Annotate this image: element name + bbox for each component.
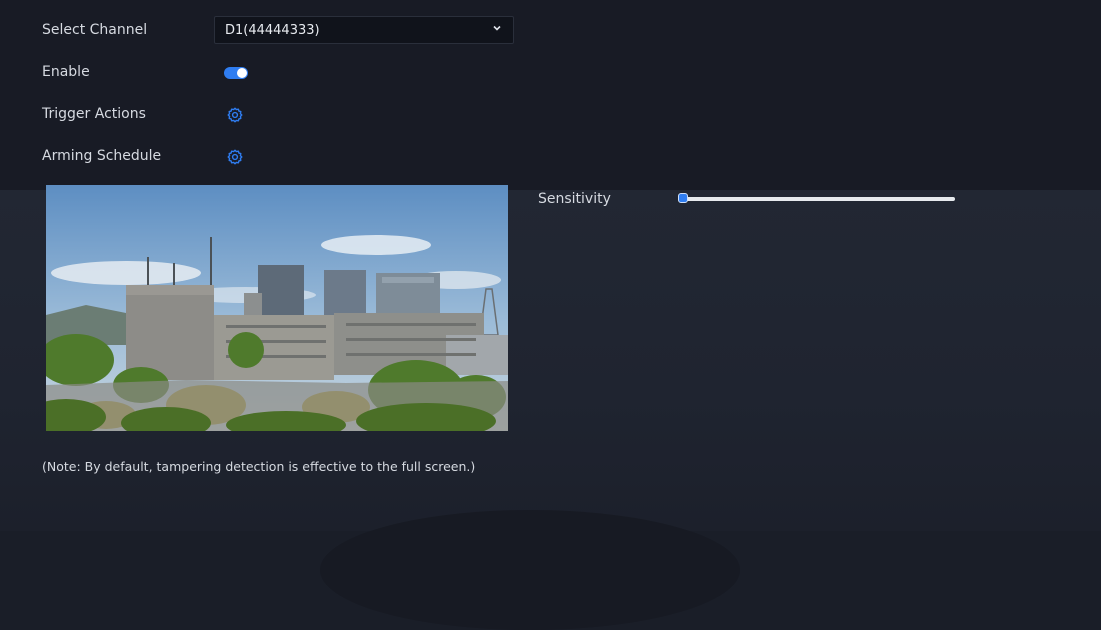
- camera-live-view: [46, 185, 508, 431]
- select-channel-label: Select Channel: [42, 22, 148, 38]
- sensitivity-label: Sensitivity: [538, 191, 611, 207]
- gear-icon[interactable]: [227, 107, 243, 123]
- camera-preview[interactable]: [46, 185, 508, 431]
- channel-select[interactable]: D1(44444333): [214, 16, 514, 44]
- chevron-down-icon: [491, 22, 503, 34]
- toggle-knob: [237, 68, 247, 78]
- enable-label: Enable: [42, 64, 90, 80]
- bottom-decoration: [320, 510, 740, 630]
- enable-toggle[interactable]: [224, 67, 248, 79]
- gear-icon[interactable]: [227, 149, 243, 165]
- tampering-note: (Note: By default, tampering detection i…: [42, 459, 476, 474]
- sensitivity-slider[interactable]: [677, 193, 955, 203]
- sensitivity-slider-thumb[interactable]: [677, 193, 688, 203]
- channel-select-value: D1(44444333): [225, 23, 320, 38]
- trigger-actions-label: Trigger Actions: [42, 106, 146, 122]
- settings-panel-top: [0, 0, 1101, 190]
- arming-schedule-label: Arming Schedule: [42, 148, 162, 164]
